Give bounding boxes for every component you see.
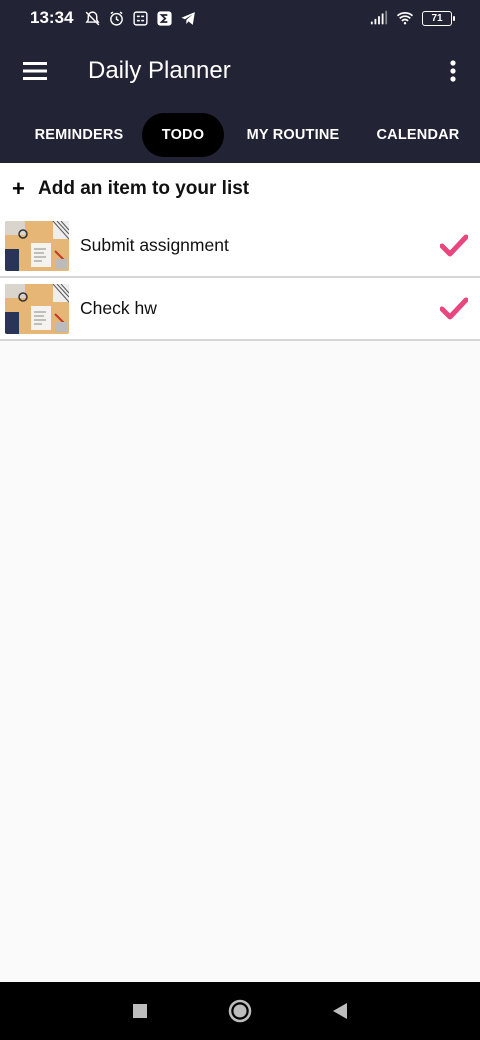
add-item-button[interactable]: + Add an item to your list — [0, 163, 480, 215]
todo-item-label: Submit assignment — [80, 235, 229, 255]
check-icon[interactable] — [439, 297, 469, 321]
telegram-icon — [179, 9, 197, 27]
hamburger-menu-icon[interactable] — [0, 36, 70, 106]
sigma-app-icon — [155, 9, 173, 27]
alarm-icon — [107, 9, 125, 27]
home-circle-icon[interactable] — [190, 982, 290, 1040]
add-item-label: Add an item to your list — [38, 178, 250, 199]
todo-thumbnail-image — [5, 220, 69, 271]
app-bar: Daily Planner — [0, 36, 480, 106]
signal-icon — [370, 9, 388, 27]
back-triangle-icon[interactable] — [290, 982, 390, 1040]
app-icon — [131, 9, 149, 27]
tab-my-routine[interactable]: MY ROUTINE — [228, 113, 358, 157]
status-time: 13:34 — [30, 8, 74, 27]
tab-bar: REMINDERS TODO MY ROUTINE CALENDAR — [0, 106, 480, 163]
tab-calendar[interactable]: CALENDAR — [362, 113, 474, 157]
todo-list-panel: + Add an item to your list Submit assign… — [0, 163, 480, 982]
tab-todo[interactable]: TODO — [142, 112, 224, 157]
check-icon[interactable] — [439, 234, 469, 258]
tab-reminders[interactable]: REMINDERS — [16, 113, 142, 157]
status-bar: 13:34 71 — [0, 0, 480, 36]
todo-thumbnail-image — [5, 283, 69, 334]
status-right-icons: 71 — [370, 9, 455, 27]
todo-item-label: Check hw — [80, 298, 157, 318]
list-item[interactable]: Submit assignment — [0, 215, 480, 278]
list-item[interactable]: Check hw — [0, 278, 480, 341]
status-left-icons — [83, 9, 197, 27]
wifi-icon — [396, 9, 414, 27]
recents-square-icon[interactable] — [90, 982, 190, 1040]
app-title: Daily Planner — [88, 57, 231, 84]
battery-icon: 71 — [422, 10, 455, 26]
plus-icon: + — [12, 176, 25, 201]
system-nav-bar — [0, 982, 480, 1040]
more-vertical-icon[interactable] — [426, 36, 480, 106]
notifications-off-icon — [83, 9, 101, 27]
